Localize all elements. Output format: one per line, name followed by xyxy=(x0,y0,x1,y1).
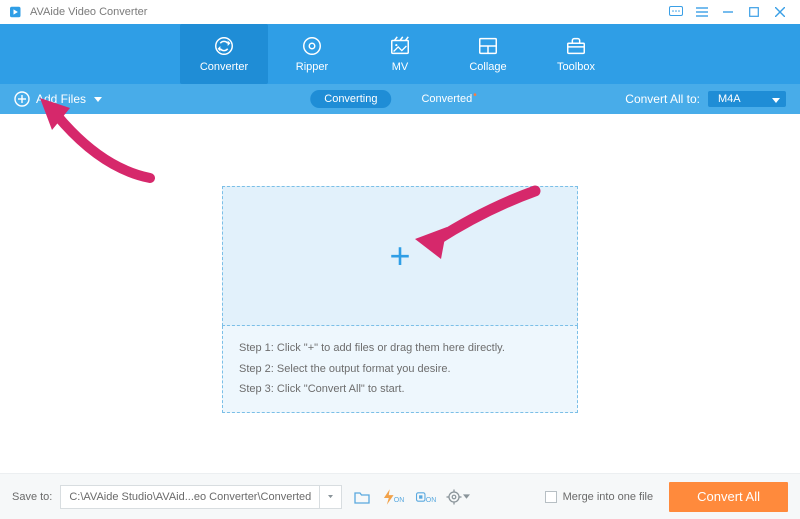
tab-ripper[interactable]: Ripper xyxy=(268,24,356,84)
close-icon[interactable] xyxy=(770,4,790,20)
tab-collage[interactable]: Collage xyxy=(444,24,532,84)
gpu-accel-button[interactable]: ON xyxy=(414,485,438,509)
merge-label: Merge into one file xyxy=(563,491,654,503)
output-format-select[interactable]: M4A xyxy=(708,91,786,107)
feedback-icon[interactable] xyxy=(666,4,686,20)
converter-icon xyxy=(213,35,235,57)
tab-toolbox-label: Toolbox xyxy=(557,61,595,73)
tab-mv-label: MV xyxy=(392,61,409,73)
maximize-icon[interactable] xyxy=(744,4,764,20)
save-path-field[interactable]: C:\AVAide Studio\AVAid...eo Converter\Co… xyxy=(60,485,342,509)
main-area: + Step 1: Click "+" to add files or drag… xyxy=(0,114,800,473)
collage-icon xyxy=(477,35,499,57)
convert-all-button[interactable]: Convert All xyxy=(669,482,788,512)
hardware-accel-button[interactable]: ON xyxy=(382,485,406,509)
app-logo-icon xyxy=(10,5,24,19)
mv-icon xyxy=(389,35,411,57)
convert-all-to-label: Convert All to: xyxy=(625,92,700,106)
merge-checkbox[interactable]: Merge into one file xyxy=(545,491,654,503)
notification-dot-icon: • xyxy=(473,90,477,101)
settings-button[interactable] xyxy=(446,485,470,509)
tab-collage-label: Collage xyxy=(469,61,506,73)
save-to-label: Save to: xyxy=(12,491,52,503)
tab-ripper-label: Ripper xyxy=(296,61,328,73)
instructions: Step 1: Click "+" to add files or drag t… xyxy=(222,326,578,414)
checkbox-icon xyxy=(545,491,557,503)
save-path-value: C:\AVAide Studio\AVAid...eo Converter\Co… xyxy=(61,491,319,503)
title-bar: AVAide Video Converter xyxy=(0,0,800,24)
menu-icon[interactable] xyxy=(692,4,712,20)
annotation-arrow-icon xyxy=(405,179,545,259)
open-folder-button[interactable] xyxy=(350,485,374,509)
step-2: Step 2: Select the output format you des… xyxy=(239,359,561,380)
main-toolbar: Converter Ripper MV Collage Toolbox xyxy=(0,24,800,84)
tab-converting-label: Converting xyxy=(324,93,377,105)
status-tabs: Converting Converted• xyxy=(310,90,489,108)
tab-converted-label: Converted xyxy=(421,93,472,105)
convert-all-to: Convert All to: M4A xyxy=(625,91,786,107)
minimize-icon[interactable] xyxy=(718,4,738,20)
chevron-down-icon[interactable] xyxy=(319,486,341,508)
tab-converted[interactable]: Converted• xyxy=(407,90,489,108)
chevron-down-icon xyxy=(772,98,780,103)
output-format-value: M4A xyxy=(718,93,741,105)
step-3: Step 3: Click "Convert All" to start. xyxy=(239,379,561,400)
bottom-bar: Save to: C:\AVAide Studio\AVAid...eo Con… xyxy=(0,473,800,519)
toolbox-icon xyxy=(565,35,587,57)
tab-mv[interactable]: MV xyxy=(356,24,444,84)
ripper-icon xyxy=(301,35,323,57)
step-1: Step 1: Click "+" to add files or drag t… xyxy=(239,338,561,359)
tab-converting[interactable]: Converting xyxy=(310,90,391,108)
app-title: AVAide Video Converter xyxy=(30,6,147,18)
tab-converter-label: Converter xyxy=(200,61,248,73)
annotation-arrow-icon xyxy=(30,98,160,188)
tab-converter[interactable]: Converter xyxy=(180,24,268,84)
plus-circle-icon xyxy=(14,91,30,107)
tab-toolbox[interactable]: Toolbox xyxy=(532,24,620,84)
